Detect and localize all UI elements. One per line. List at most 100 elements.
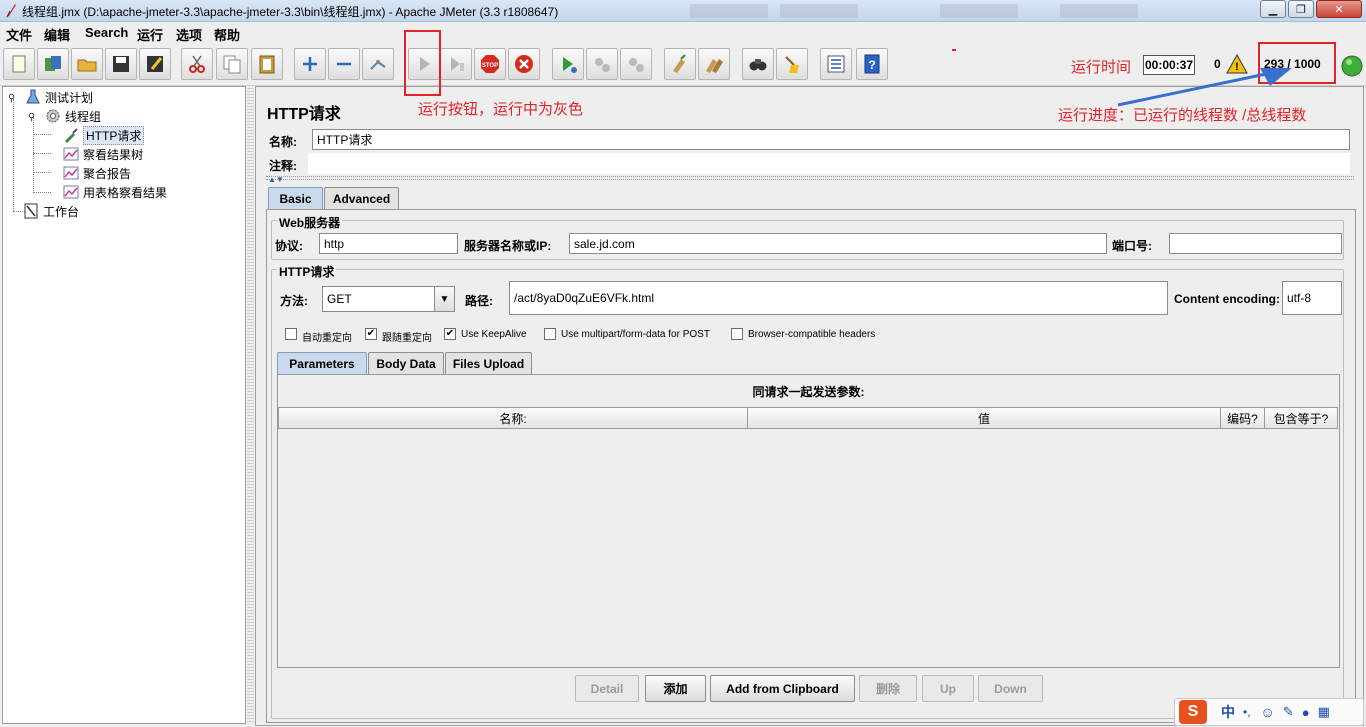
browser-headers-checkbox[interactable] xyxy=(731,328,743,340)
maximize-button[interactable]: ❐ xyxy=(1288,0,1314,18)
column-header-include-equals[interactable]: 包含等于? xyxy=(1265,407,1338,429)
menu-help[interactable]: 帮助 xyxy=(214,25,240,44)
microphone-icon[interactable]: ● xyxy=(1302,705,1310,720)
start-no-pause-button[interactable] xyxy=(440,48,472,80)
close-button[interactable]: ✕ xyxy=(1316,0,1362,18)
auto-redirect-checkbox[interactable] xyxy=(285,328,297,340)
encoding-field[interactable] xyxy=(1282,281,1342,315)
collapse-button[interactable] xyxy=(328,48,360,80)
checkbox-label: Use multipart/form-data for POST xyxy=(561,329,710,340)
add-button[interactable]: 添加 xyxy=(645,675,706,702)
templates-button[interactable] xyxy=(37,48,69,80)
toggle-button[interactable] xyxy=(362,48,394,80)
server-field[interactable] xyxy=(569,233,1107,254)
chevron-down-icon[interactable]: ▼ xyxy=(434,287,454,311)
sogou-logo-icon[interactable]: S xyxy=(1179,700,1207,724)
ime-language[interactable]: 中 xyxy=(1221,702,1235,722)
save-button[interactable] xyxy=(105,48,137,80)
menu-edit[interactable]: 编辑 xyxy=(44,25,70,44)
cut-button[interactable] xyxy=(181,48,213,80)
protocol-field[interactable] xyxy=(319,233,458,254)
tab-basic[interactable]: Basic xyxy=(268,187,323,209)
pane-splitter[interactable] xyxy=(247,86,254,724)
menu-file[interactable]: 文件 xyxy=(6,25,32,44)
column-header-value[interactable]: 值 xyxy=(748,407,1221,429)
search-button[interactable] xyxy=(742,48,774,80)
arrow-icon xyxy=(1117,68,1292,107)
method-select[interactable]: GET ▼ xyxy=(322,286,455,312)
divider-arrows-icon[interactable]: ▲▼ xyxy=(268,175,284,184)
port-field[interactable] xyxy=(1169,233,1342,254)
path-field[interactable] xyxy=(509,281,1168,315)
stop-button[interactable]: STOP xyxy=(474,48,506,80)
copy-button[interactable] xyxy=(216,48,248,80)
sampler-panel: HTTP请求 名称: 注释: ▲▼ Basic Advanced Web服务器 … xyxy=(255,86,1364,726)
down-button[interactable]: Down xyxy=(978,675,1043,702)
up-button[interactable]: Up xyxy=(922,675,974,702)
minimize-button[interactable]: ▁ xyxy=(1260,0,1286,18)
tree-item-workbench[interactable]: 工作台 xyxy=(23,202,79,220)
detail-button[interactable]: Detail xyxy=(575,675,639,702)
ime-toolbar[interactable]: S 中 •, ☺ ✎ ● ▦ xyxy=(1174,698,1364,726)
keepalive-checkbox[interactable]: ✔ xyxy=(444,328,456,340)
column-header-encode[interactable]: 编码? xyxy=(1221,407,1265,429)
checkbox-label: Browser-compatible headers xyxy=(748,329,876,340)
tab-body-data[interactable]: Body Data xyxy=(368,352,444,374)
test-plan-tree[interactable]: ⚲ ⚲ 测试计划 线程组 HTTP请求 察看结果树 聚合报告 用表格察看结果 工… xyxy=(2,86,246,724)
tree-item-thread-group[interactable]: 线程组 xyxy=(45,107,101,125)
menu-search[interactable]: Search xyxy=(85,25,128,40)
tree-item-http-request[interactable]: HTTP请求 xyxy=(63,125,145,145)
new-button[interactable] xyxy=(3,48,35,80)
remote-stop-icon xyxy=(595,58,610,72)
reset-search-button[interactable] xyxy=(776,48,808,80)
menu-options[interactable]: 选项 xyxy=(176,25,202,44)
tree-item-label: 线程组 xyxy=(65,109,102,124)
function-helper-button[interactable] xyxy=(820,48,852,80)
open-button[interactable] xyxy=(71,48,103,80)
tree-item-aggregate-report[interactable]: 聚合报告 xyxy=(63,164,131,182)
help-button[interactable]: ? xyxy=(856,48,888,80)
parameters-table[interactable]: 名称: 值 编码? 包含等于? xyxy=(278,407,1339,667)
tab-parameters[interactable]: Parameters xyxy=(277,352,367,374)
remote-stop-button[interactable] xyxy=(586,48,618,80)
svg-text:STOP: STOP xyxy=(482,63,498,69)
remote-shutdown-button[interactable] xyxy=(620,48,652,80)
panel-title: HTTP请求 xyxy=(267,106,341,123)
punctuation-icon[interactable]: •, xyxy=(1243,705,1251,719)
toggle-icon xyxy=(370,60,386,70)
tree-item-label: 察看结果树 xyxy=(83,147,144,162)
svg-text:?: ? xyxy=(868,58,875,72)
tree-item-label: HTTP请求 xyxy=(83,125,145,145)
tree-toggle-thread-group[interactable]: ⚲ xyxy=(28,112,35,123)
follow-redirect-checkbox[interactable]: ✔ xyxy=(365,328,377,340)
tree-item-test-plan[interactable]: 测试计划 xyxy=(25,88,93,106)
comment-field[interactable] xyxy=(308,153,1350,174)
search-icon xyxy=(749,59,767,71)
pen-icon[interactable]: ✎ xyxy=(1283,704,1294,720)
tree-item-view-results-tree[interactable]: 察看结果树 xyxy=(63,145,143,163)
remote-shutdown-icon xyxy=(629,58,644,72)
clear-all-button[interactable] xyxy=(698,48,730,80)
open-icon xyxy=(77,59,97,72)
column-header-name[interactable]: 名称: xyxy=(278,407,748,429)
emoji-icon[interactable]: ☺ xyxy=(1261,704,1275,720)
paste-button[interactable] xyxy=(251,48,283,80)
tab-files-upload[interactable]: Files Upload xyxy=(445,352,532,374)
save-as-button[interactable] xyxy=(139,48,171,80)
path-label: 路径: xyxy=(465,294,493,308)
expand-button[interactable] xyxy=(294,48,326,80)
multipart-checkbox[interactable] xyxy=(544,328,556,340)
grid-icon[interactable]: ▦ xyxy=(1318,704,1330,720)
clear-button[interactable] xyxy=(664,48,696,80)
remote-start-button[interactable] xyxy=(552,48,584,80)
tab-advanced[interactable]: Advanced xyxy=(324,187,399,209)
clear-icon xyxy=(673,54,686,73)
menu-run[interactable]: 运行 xyxy=(137,25,163,44)
name-field[interactable] xyxy=(312,129,1350,150)
collapse-divider[interactable] xyxy=(266,176,1354,180)
add-from-clipboard-button[interactable]: Add from Clipboard xyxy=(710,675,855,702)
tree-toggle-test-plan[interactable]: ⚲ xyxy=(8,93,15,104)
tree-item-view-results-table[interactable]: 用表格察看结果 xyxy=(63,183,167,201)
delete-button[interactable]: 删除 xyxy=(859,675,917,702)
shutdown-button[interactable] xyxy=(508,48,540,80)
